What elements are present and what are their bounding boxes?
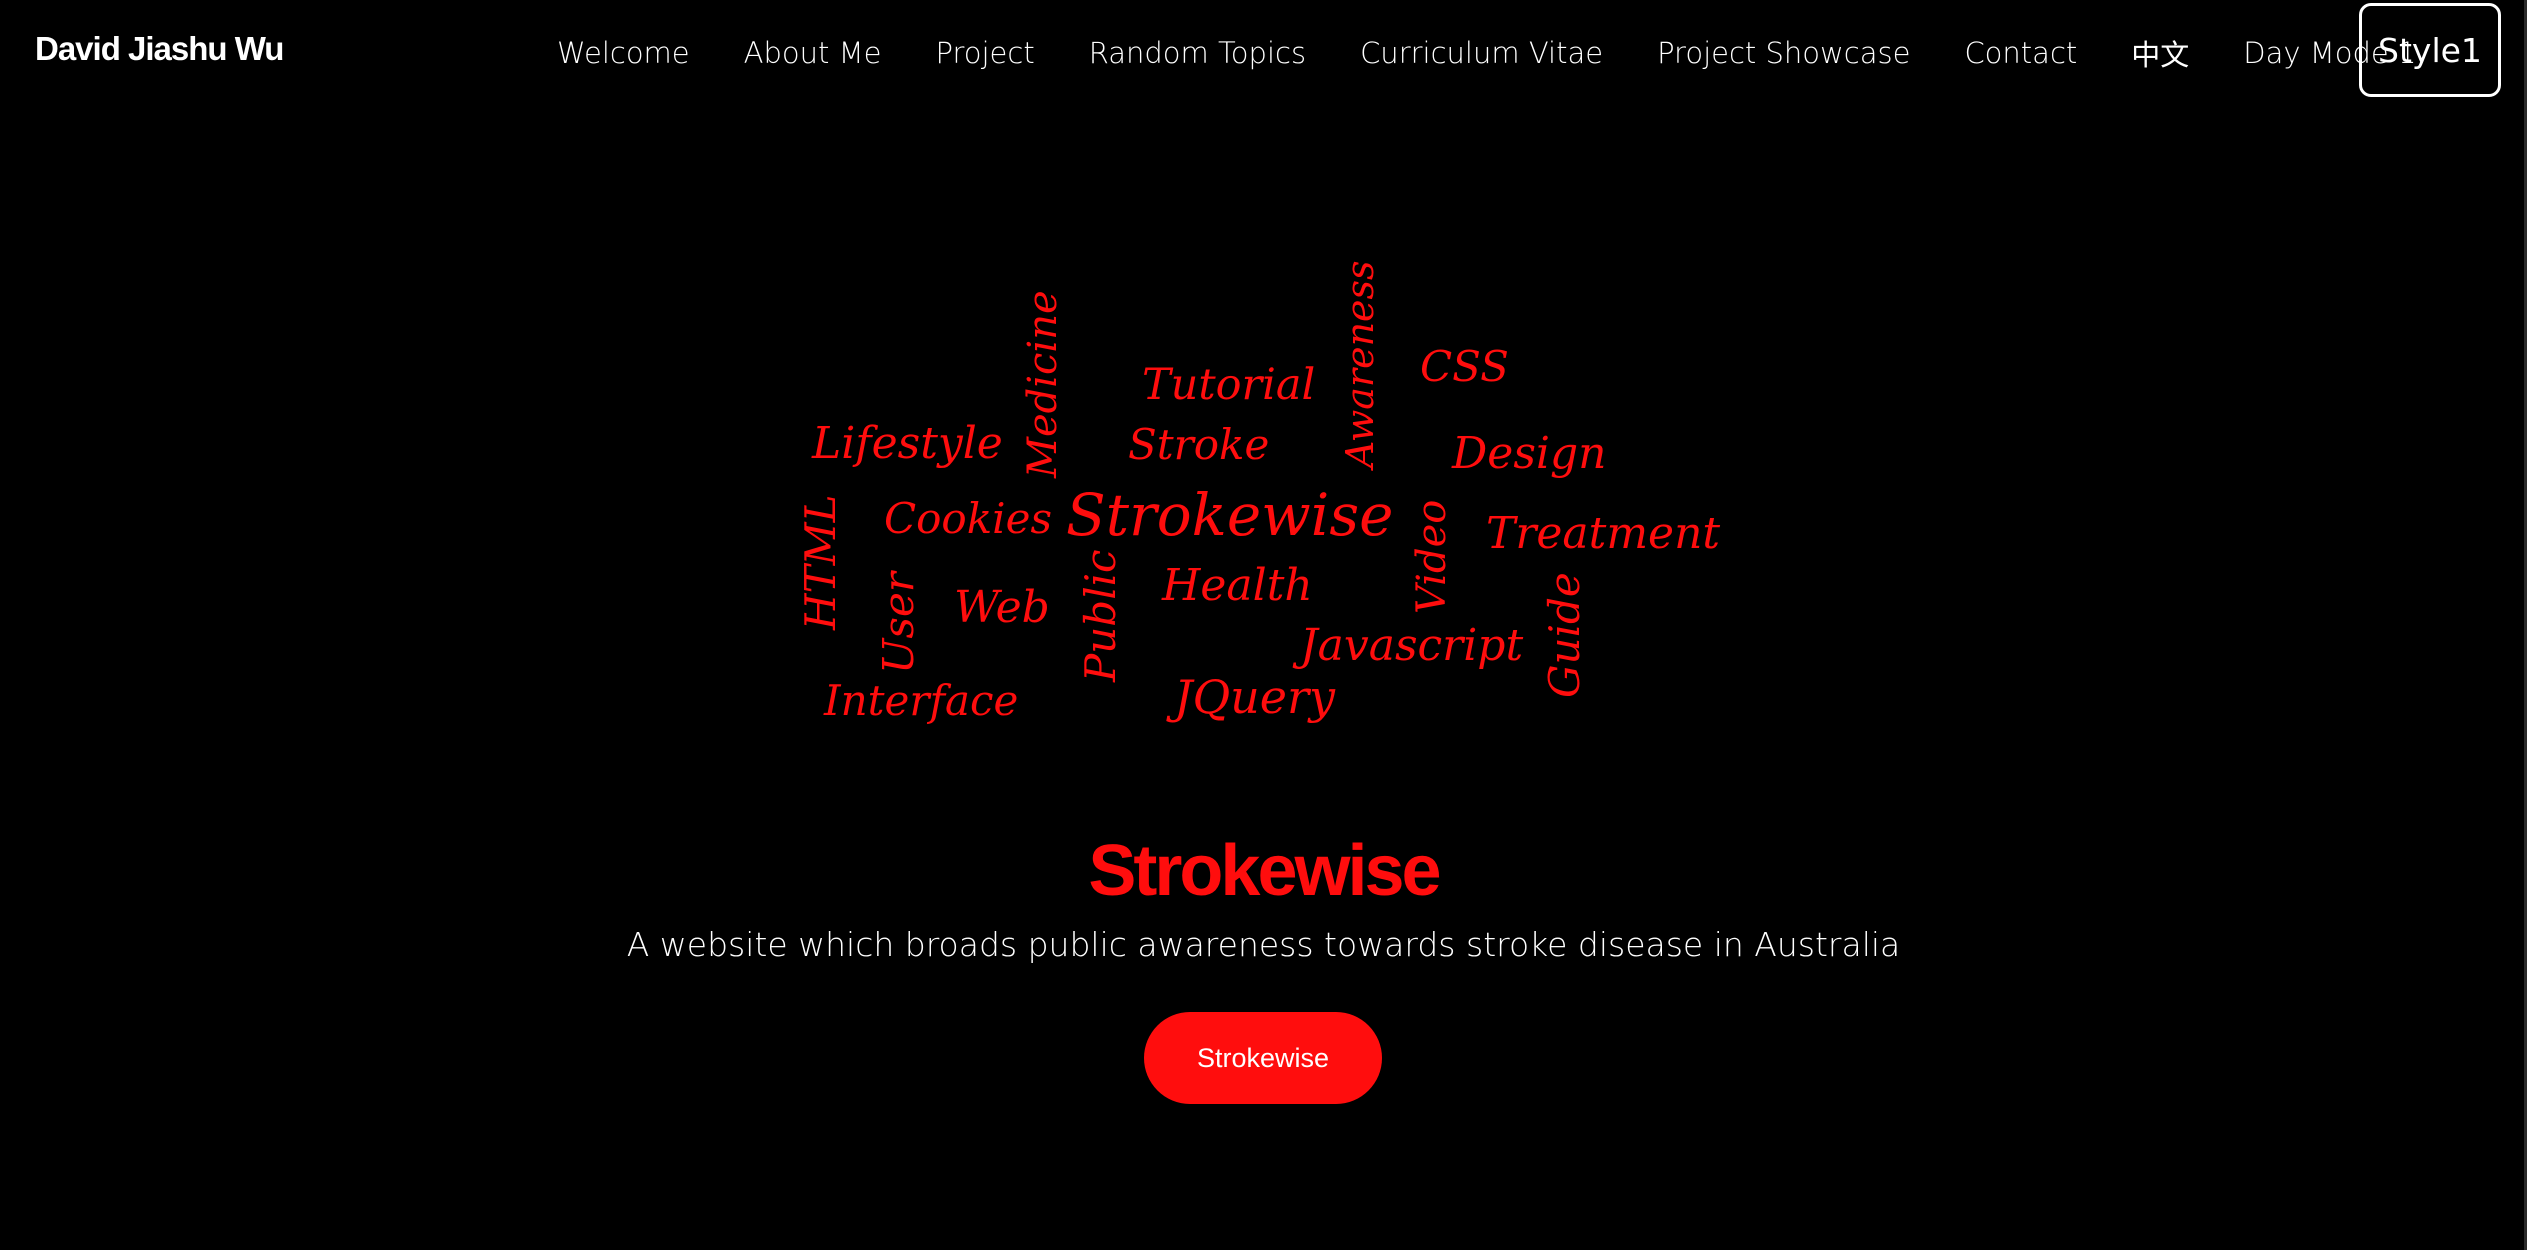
word-cloud-strokewise: Strokewise bbox=[1066, 481, 1394, 549]
nav-link-language-chinese[interactable]: 中文 bbox=[2131, 32, 2189, 74]
hero-subtitle: A website which broads public awareness … bbox=[626, 925, 1901, 964]
word-cloud-design: Design bbox=[1452, 428, 1607, 479]
style-toggle-button[interactable]: Style1 bbox=[2359, 3, 2501, 97]
word-cloud-public: Public bbox=[1076, 549, 1125, 682]
word-cloud-awareness: Awareness bbox=[1338, 260, 1382, 468]
nav-link-random-topics[interactable]: Random Topics bbox=[1089, 36, 1306, 70]
word-cloud-guide: Guide bbox=[1540, 572, 1589, 698]
word-cloud-health: Health bbox=[1162, 560, 1313, 611]
word-cloud-css: CSS bbox=[1420, 342, 1509, 391]
nav-link-project-showcase[interactable]: Project Showcase bbox=[1657, 36, 1910, 70]
word-cloud-treatment: Treatment bbox=[1486, 508, 1721, 559]
nav-link-curriculum-vitae[interactable]: Curriculum Vitae bbox=[1360, 36, 1603, 70]
word-cloud-web: Web bbox=[954, 582, 1050, 633]
word-cloud-medicine: Medicine bbox=[1020, 290, 1066, 478]
word-cloud-jquery: JQuery bbox=[1174, 670, 1335, 724]
word-cloud-video: Video bbox=[1409, 499, 1455, 614]
navbar: David Jiashu Wu Welcome About Me Project… bbox=[0, 0, 2527, 105]
word-cloud-user: User bbox=[874, 572, 923, 674]
nav-links: Welcome About Me Project Random Topics C… bbox=[530, 0, 2443, 105]
nav-link-project[interactable]: Project bbox=[935, 36, 1034, 70]
nav-link-welcome[interactable]: Welcome bbox=[557, 36, 690, 70]
word-cloud-lifestyle: Lifestyle bbox=[812, 418, 1003, 469]
word-cloud-html: HTML bbox=[796, 494, 845, 630]
nav-link-contact[interactable]: Contact bbox=[1964, 36, 2077, 70]
word-cloud-stroke: Stroke bbox=[1128, 420, 1270, 469]
word-cloud-cookies: Cookies bbox=[884, 494, 1052, 543]
strokewise-button[interactable]: Strokewise bbox=[1144, 1012, 1382, 1104]
hero-title: Strokewise bbox=[1088, 831, 1441, 911]
word-cloud-interface: Interface bbox=[824, 676, 1019, 725]
nav-link-about-me[interactable]: About Me bbox=[744, 36, 882, 70]
page: David Jiashu Wu Welcome About Me Project… bbox=[0, 0, 2527, 1250]
brand-link[interactable]: David Jiashu Wu bbox=[35, 30, 284, 68]
word-cloud-tutorial: Tutorial bbox=[1142, 360, 1316, 410]
word-cloud-javascript: Javascript bbox=[1300, 620, 1524, 671]
word-cloud: Medicine Awareness Tutorial CSS Lifestyl… bbox=[760, 230, 1760, 760]
